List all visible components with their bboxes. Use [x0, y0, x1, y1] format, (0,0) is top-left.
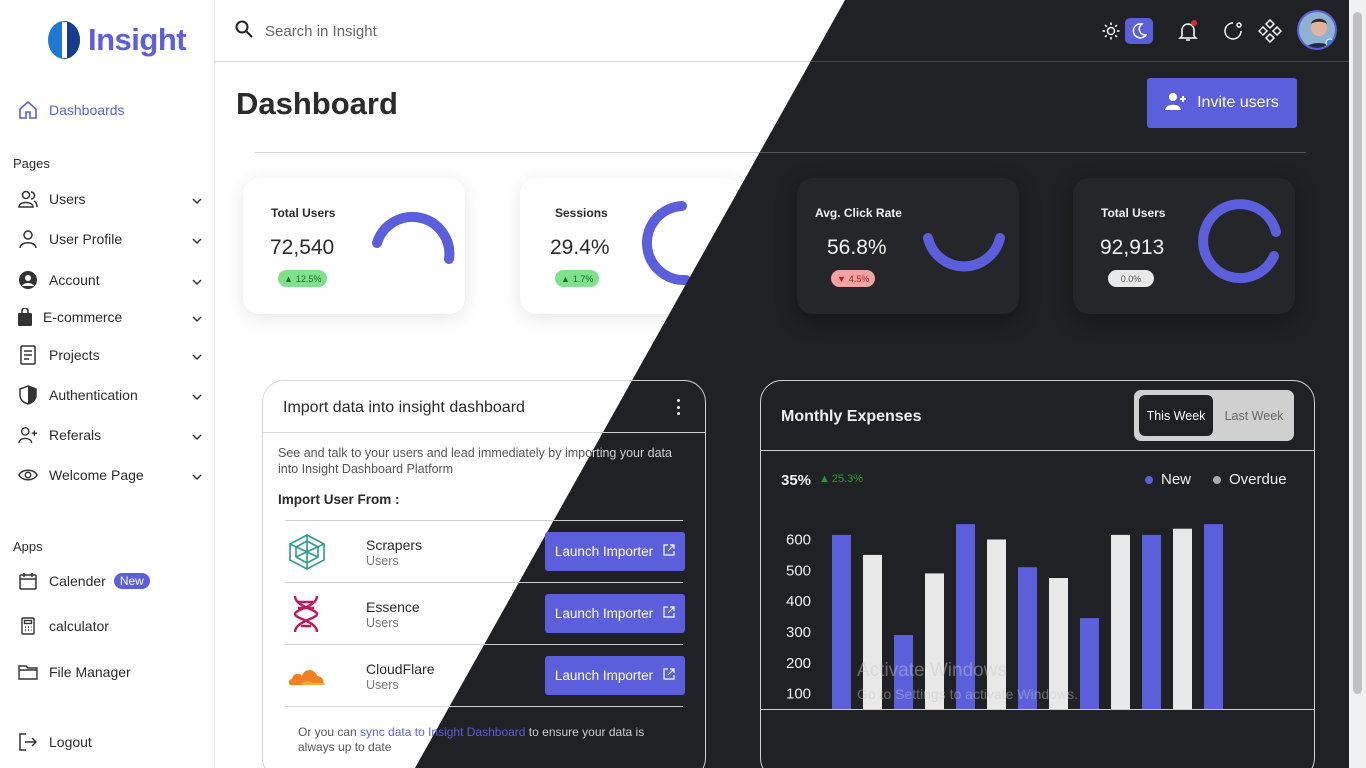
importer-sub: Users — [366, 678, 399, 692]
importer-name: Scrapers — [366, 537, 423, 553]
logout-label: Logout — [49, 734, 92, 750]
sidebar-item-account[interactable]: Account — [0, 262, 214, 298]
sidebar-item-ecommerce[interactable]: E-commerce — [0, 299, 214, 335]
chevron-down-icon — [192, 274, 202, 290]
chevron-down-icon — [192, 349, 202, 365]
sidebar-item-label: calculator — [49, 618, 109, 634]
apps-section-label: Apps — [13, 539, 43, 554]
folder-icon — [18, 662, 38, 682]
app-logo[interactable]: Insight — [46, 20, 187, 60]
sidebar-item-calculator[interactable]: calculator — [0, 608, 214, 644]
chevron-down-icon — [192, 193, 202, 209]
launch-importer-label: Launch Importer — [554, 668, 654, 683]
import-card-title: Import data into insight dashboard — [283, 399, 525, 416]
scrollbar-thumb[interactable] — [1353, 12, 1362, 694]
shield-icon — [18, 385, 38, 405]
sidebar-item-label: User Profile — [49, 231, 123, 247]
sidebar-item-label: Dashboards — [49, 102, 125, 118]
chevron-down-icon — [192, 311, 202, 327]
sidebar-item-label: Projects — [49, 347, 100, 363]
sidebar-item-users[interactable]: Users — [0, 181, 214, 217]
importer-sub: Users — [366, 554, 399, 568]
more-options-icon[interactable] — [675, 399, 681, 415]
calendar-icon — [18, 571, 38, 591]
sidebar-item-dashboards[interactable]: Dashboards — [0, 92, 214, 128]
importer-sub: Users — [366, 616, 399, 630]
sidebar-item-label: Users — [49, 191, 86, 207]
chevron-down-icon — [192, 469, 202, 485]
sidebar-item-file-manager[interactable]: File Manager — [0, 654, 214, 690]
launch-importer-button[interactable]: Launch Importer — [545, 656, 685, 695]
chevron-down-icon — [192, 233, 202, 249]
page-scrollbar[interactable] — [1349, 0, 1366, 768]
importer-name: CloudFlare — [366, 661, 435, 677]
chevron-down-icon — [192, 429, 202, 445]
sidebar-item-authentication[interactable]: Authentication — [0, 377, 214, 413]
eye-icon — [18, 465, 38, 485]
import-from-label: Import User From : — [278, 492, 400, 507]
home-icon — [18, 100, 38, 120]
external-link-icon — [663, 668, 675, 683]
bag-icon — [18, 307, 32, 327]
sidebar-item-calender[interactable]: Calender New — [0, 563, 214, 599]
user-plus-icon — [18, 425, 38, 445]
external-link-icon — [663, 606, 675, 621]
chevron-down-icon — [192, 389, 202, 405]
app-name: Insight — [88, 22, 187, 57]
importer-name: Essence — [366, 599, 420, 615]
sidebar-item-label: Welcome Page — [49, 467, 144, 483]
sidebar-item-projects[interactable]: Projects — [0, 337, 214, 373]
launch-importer-button[interactable]: Launch Importer — [545, 532, 685, 571]
sidebar-item-label: Authentication — [49, 387, 138, 403]
watermark-line1: Activate Windows — [857, 660, 1007, 681]
sidebar-item-label: Account — [49, 272, 100, 288]
sidebar-item-welcome-page[interactable]: Welcome Page — [0, 457, 214, 493]
scrapers-logo-icon — [289, 534, 325, 570]
dna-icon — [293, 595, 319, 633]
watermark-line2: Go to Settings to activate Windows. — [857, 686, 1078, 702]
sync-note-prefix: Or you can — [298, 725, 361, 739]
account-circle-icon — [18, 270, 38, 290]
sidebar-item-label: File Manager — [49, 664, 131, 680]
users-icon — [18, 189, 38, 209]
sidebar-item-label: E-commerce — [43, 309, 123, 325]
external-link-icon — [663, 544, 675, 559]
calculator-icon — [18, 616, 38, 636]
cloudflare-logo-icon — [288, 670, 325, 685]
user-icon — [18, 229, 38, 249]
sidebar-item-label: Referals — [49, 427, 102, 443]
logout-icon — [18, 732, 38, 752]
launch-importer-button[interactable]: Launch Importer — [545, 594, 685, 633]
sidebar-item-user-profile[interactable]: User Profile — [0, 221, 214, 257]
new-badge: New — [113, 573, 150, 589]
insight-logo-icon — [48, 21, 80, 59]
logout-button[interactable]: Logout — [0, 724, 214, 760]
sidebar-item-label: Calender — [49, 573, 106, 589]
pages-section-label: Pages — [13, 156, 50, 171]
launch-importer-label: Launch Importer — [554, 544, 654, 559]
sidebar: Insight Dashboards Pages Users User Prof… — [0, 0, 215, 768]
launch-importer-label: Launch Importer — [554, 606, 654, 621]
document-icon — [18, 345, 38, 365]
windows-activation-watermark: Activate Windows Go to Settings to activ… — [857, 660, 1078, 702]
sidebar-item-referals[interactable]: Referals — [0, 417, 214, 453]
